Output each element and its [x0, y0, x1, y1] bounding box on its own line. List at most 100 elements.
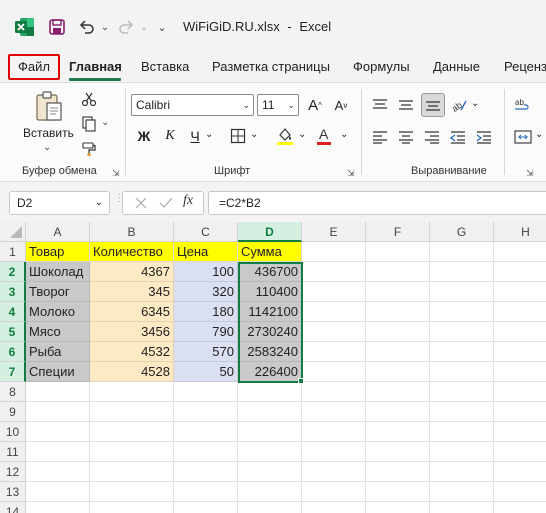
font-size-select[interactable]: 11 ⌄: [257, 94, 299, 116]
table-cell-b4[interactable]: 6345: [90, 302, 174, 322]
row-header-4[interactable]: 4: [0, 302, 26, 322]
undo-icon[interactable]: [76, 16, 98, 38]
decrease-font-size-icon[interactable]: Av: [331, 94, 351, 116]
empty-cell[interactable]: [302, 262, 366, 282]
empty-cell[interactable]: [302, 402, 366, 422]
empty-cell[interactable]: [26, 502, 90, 513]
empty-cell[interactable]: [494, 402, 546, 422]
column-header-g[interactable]: G: [430, 222, 494, 242]
empty-cell[interactable]: [366, 362, 430, 382]
tab-insert[interactable]: Вставка: [141, 54, 189, 82]
align-right-icon[interactable]: [422, 126, 442, 148]
empty-cell[interactable]: [174, 382, 238, 402]
empty-cell[interactable]: [366, 242, 430, 262]
empty-cell[interactable]: [174, 402, 238, 422]
table-cell-b5[interactable]: 3456: [90, 322, 174, 342]
empty-cell[interactable]: [366, 482, 430, 502]
table-cell-d5[interactable]: 2730240: [238, 322, 302, 342]
table-cell-d7[interactable]: 226400: [238, 362, 302, 382]
empty-cell[interactable]: [26, 402, 90, 422]
name-box[interactable]: D2 ⌄: [9, 191, 110, 215]
empty-cell[interactable]: [366, 502, 430, 513]
table-header-cell[interactable]: Количество: [90, 242, 174, 262]
empty-cell[interactable]: [494, 322, 546, 342]
decrease-indent-icon[interactable]: [448, 126, 468, 148]
empty-cell[interactable]: [366, 402, 430, 422]
empty-cell[interactable]: [494, 282, 546, 302]
align-left-icon[interactable]: [370, 126, 390, 148]
redo-icon[interactable]: [115, 16, 137, 38]
row-header-3[interactable]: 3: [0, 282, 26, 302]
column-header-b[interactable]: B: [90, 222, 174, 242]
align-middle-icon[interactable]: [396, 94, 416, 116]
fill-handle[interactable]: [298, 378, 304, 384]
format-painter-icon[interactable]: [79, 139, 99, 159]
empty-cell[interactable]: [26, 442, 90, 462]
column-header-f[interactable]: F: [366, 222, 430, 242]
row-header-9[interactable]: 9: [0, 402, 26, 422]
empty-cell[interactable]: [302, 322, 366, 342]
empty-cell[interactable]: [366, 322, 430, 342]
empty-cell[interactable]: [302, 302, 366, 322]
orientation-icon[interactable]: ab: [449, 94, 469, 116]
empty-cell[interactable]: [90, 402, 174, 422]
fill-color-dropdown-icon[interactable]: ⌄: [298, 129, 306, 140]
clipboard-launcher-icon[interactable]: ⇲: [112, 168, 122, 178]
empty-cell[interactable]: [238, 422, 302, 442]
table-cell-d2[interactable]: 436700: [238, 262, 302, 282]
empty-cell[interactable]: [366, 422, 430, 442]
empty-cell[interactable]: [366, 342, 430, 362]
empty-cell[interactable]: [430, 262, 494, 282]
empty-cell[interactable]: [26, 422, 90, 442]
table-cell-a4[interactable]: Молоко: [26, 302, 90, 322]
empty-cell[interactable]: [430, 422, 494, 442]
table-cell-d3[interactable]: 110400: [238, 282, 302, 302]
row-header-6[interactable]: 6: [0, 342, 26, 362]
row-header-2[interactable]: 2: [0, 262, 26, 282]
table-cell-c2[interactable]: 100: [174, 262, 238, 282]
empty-cell[interactable]: [174, 502, 238, 513]
formula-input[interactable]: =C2*B2: [208, 191, 546, 215]
borders-dropdown-icon[interactable]: ⌄: [250, 129, 258, 140]
table-header-cell[interactable]: Цена: [174, 242, 238, 262]
row-header-8[interactable]: 8: [0, 382, 26, 402]
fill-color-icon[interactable]: [275, 124, 295, 148]
merge-dropdown-icon[interactable]: ⌄: [535, 129, 543, 140]
table-cell-d4[interactable]: 1142100: [238, 302, 302, 322]
empty-cell[interactable]: [90, 382, 174, 402]
tab-data[interactable]: Данные: [433, 54, 480, 82]
formula-bar-grip-icon[interactable]: ⋮: [114, 194, 124, 210]
row-header-12[interactable]: 12: [0, 462, 26, 482]
empty-cell[interactable]: [90, 502, 174, 513]
empty-cell[interactable]: [430, 442, 494, 462]
empty-cell[interactable]: [430, 322, 494, 342]
font-color-icon[interactable]: A: [315, 124, 333, 148]
empty-cell[interactable]: [366, 282, 430, 302]
empty-cell[interactable]: [90, 442, 174, 462]
empty-cell[interactable]: [366, 442, 430, 462]
insert-function-icon[interactable]: fx: [183, 193, 193, 209]
select-all-corner[interactable]: [0, 222, 26, 242]
empty-cell[interactable]: [494, 482, 546, 502]
empty-cell[interactable]: [90, 482, 174, 502]
empty-cell[interactable]: [302, 242, 366, 262]
row-header-14[interactable]: 14: [0, 502, 26, 513]
italic-button[interactable]: К: [160, 125, 180, 147]
table-cell-b2[interactable]: 4367: [90, 262, 174, 282]
align-top-icon[interactable]: [370, 94, 390, 116]
empty-cell[interactable]: [494, 442, 546, 462]
column-header-a[interactable]: A: [26, 222, 90, 242]
font-family-select[interactable]: Calibri ⌄: [131, 94, 254, 116]
empty-cell[interactable]: [430, 282, 494, 302]
empty-cell[interactable]: [26, 482, 90, 502]
paste-label[interactable]: Вставить: [23, 126, 74, 140]
empty-cell[interactable]: [302, 282, 366, 302]
empty-cell[interactable]: [430, 382, 494, 402]
table-cell-a6[interactable]: Рыба: [26, 342, 90, 362]
table-cell-c6[interactable]: 570: [174, 342, 238, 362]
tab-formulas[interactable]: Формулы: [353, 54, 410, 82]
empty-cell[interactable]: [494, 262, 546, 282]
empty-cell[interactable]: [174, 422, 238, 442]
table-cell-a2[interactable]: Шоколад: [26, 262, 90, 282]
empty-cell[interactable]: [366, 262, 430, 282]
